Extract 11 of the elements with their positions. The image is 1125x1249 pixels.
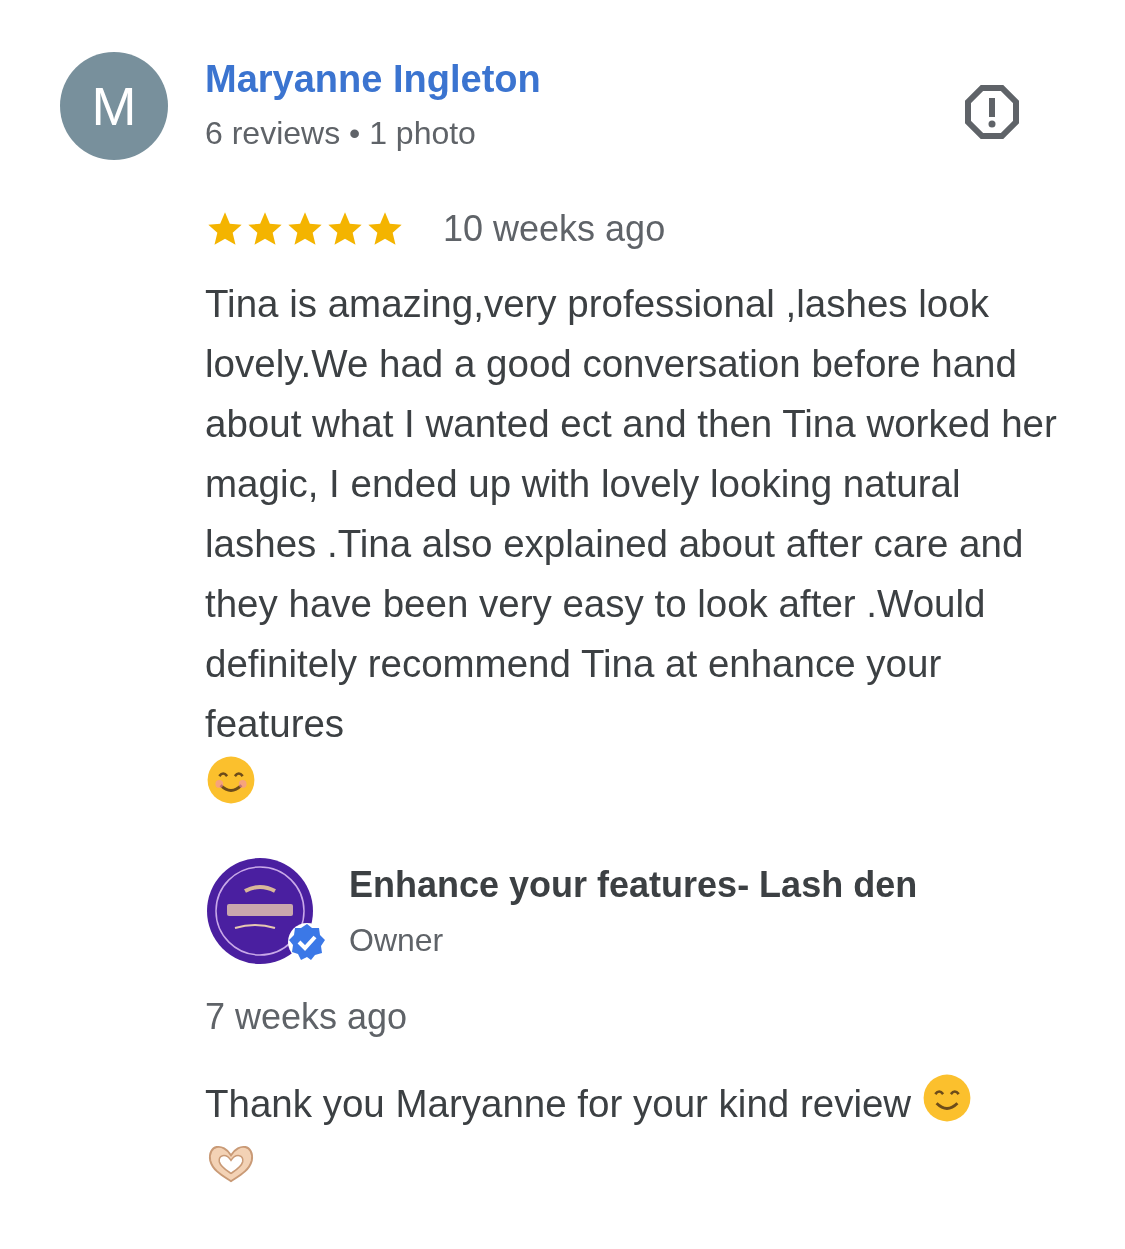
review-time: 10 weeks ago	[443, 208, 666, 250]
reply-text: Thank you Maryanne for your kind review	[205, 1081, 912, 1127]
author-meta: 6 reviews • 1 photo	[205, 115, 477, 152]
report-icon[interactable]	[964, 84, 1020, 140]
reply-time: 7 weeks ago	[205, 996, 409, 1038]
author-name[interactable]: Maryanne Ingleton	[205, 58, 964, 101]
review-text: Tina is amazing,very professional ,lashes look lovely.We had a good conversation before hand about what I wanted ect and then Tina worked her magic, I ended up with lovely looking natural lashes .Tina also explained about after care and they have been very easy to look after .Would definitely recommend Tina at enhance your features	[205, 281, 1058, 747]
smiley-icon	[205, 754, 257, 806]
owner-role: Owner	[349, 921, 445, 959]
owner-name: Enhance your features- Lash den	[349, 863, 918, 906]
avatar[interactable]: M	[60, 52, 168, 160]
